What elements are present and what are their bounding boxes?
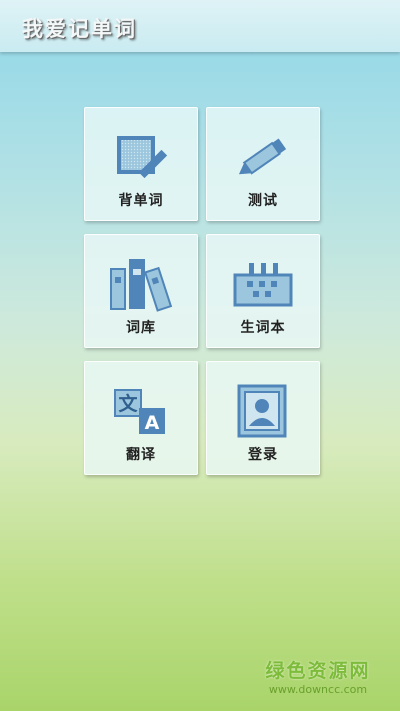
watermark: 绿色资源网 www.downcc.com — [258, 656, 378, 696]
translate-glyph-left: 文 — [118, 392, 138, 415]
notebook-icon — [233, 263, 293, 307]
watermark-title: 绿色资源网 — [265, 660, 371, 682]
tile-label: 测试 — [248, 193, 278, 209]
title-bar: 我爱记单词 — [0, 0, 400, 52]
books-icon — [110, 259, 173, 312]
edit-square-icon — [117, 136, 168, 179]
tile-word-library[interactable]: 词库 — [84, 234, 198, 348]
translate-glyph-right: A — [145, 412, 160, 434]
tile-label: 登录 — [248, 447, 278, 463]
pencil-icon — [238, 138, 287, 175]
tile-label: 词库 — [126, 320, 156, 336]
tile-vocabulary-book[interactable]: 生词本 — [206, 234, 320, 348]
translate-icon: 文 A — [114, 389, 165, 434]
tile-test[interactable]: 测试 — [206, 107, 320, 221]
tile-translate[interactable]: 文 A 翻译 — [84, 361, 198, 475]
app-title: 我爱记单词 — [22, 17, 137, 41]
tile-label: 背单词 — [118, 193, 164, 209]
tile-login[interactable]: 登录 — [206, 361, 320, 475]
tile-label: 翻译 — [126, 447, 156, 463]
tile-memorize-words[interactable]: 背单词 — [84, 107, 198, 221]
user-card-icon — [237, 384, 287, 438]
tile-label: 生词本 — [240, 320, 286, 336]
watermark-url: www.downcc.com — [268, 683, 368, 696]
